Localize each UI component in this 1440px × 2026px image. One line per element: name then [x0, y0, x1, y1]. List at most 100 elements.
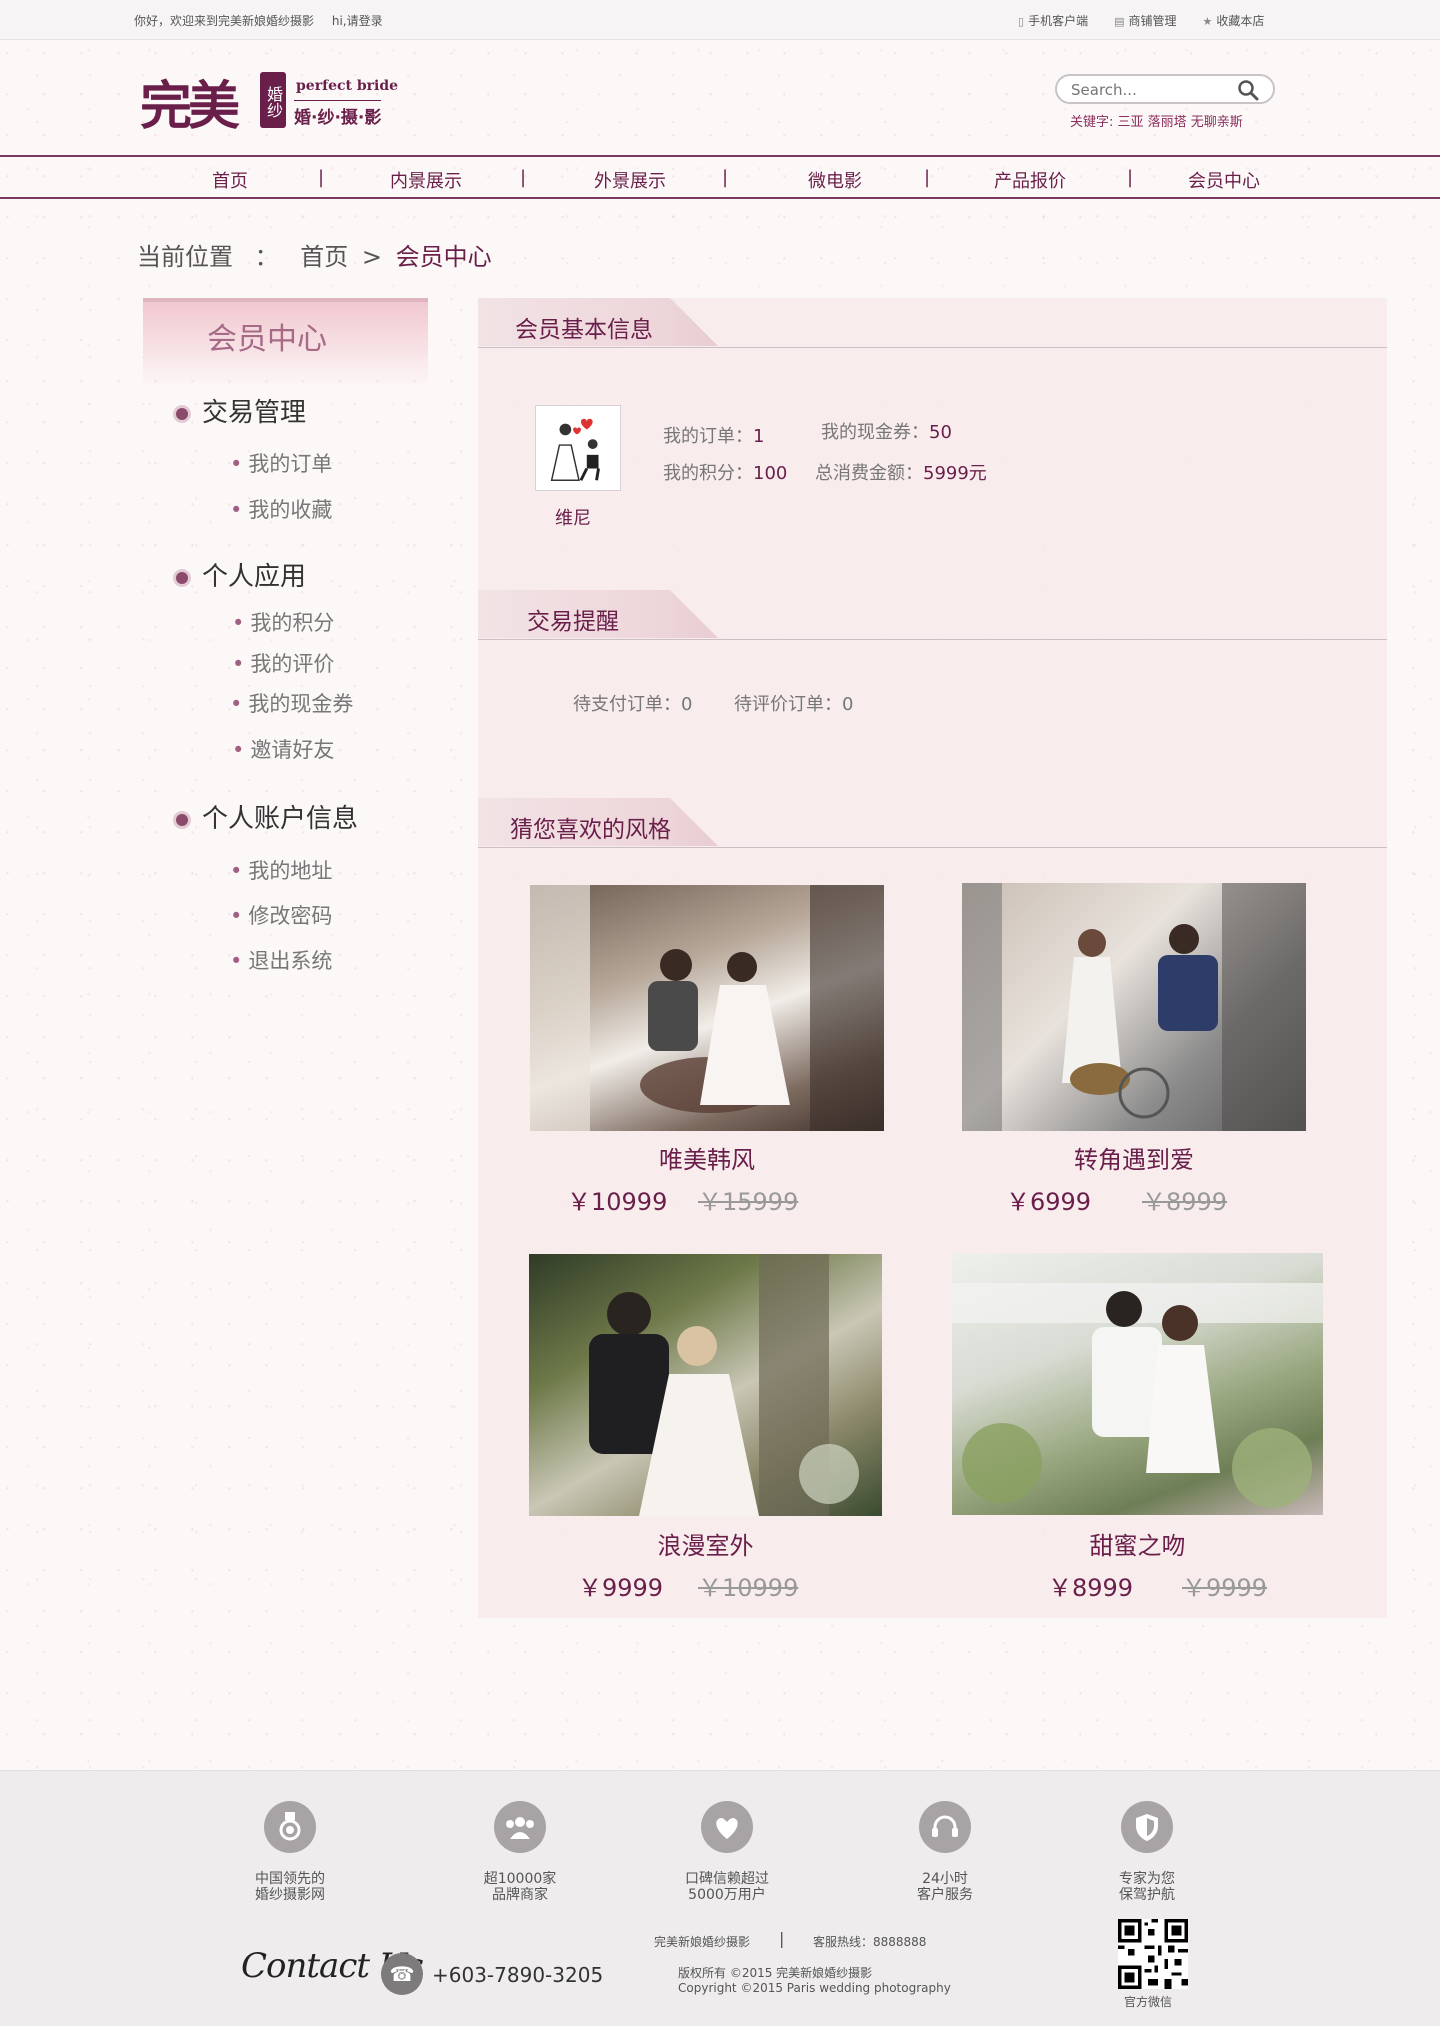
product-photo-sweet-kiss[interactable]: [952, 1253, 1323, 1515]
logo-main-text: 完美: [140, 76, 240, 137]
nav-separator: |: [1127, 167, 1134, 188]
product-old-price: ￥9999: [1182, 1574, 1268, 1602]
feature-leading: 中国领先的 婚纱摄影网: [190, 1801, 390, 1903]
breadcrumb-home[interactable]: 首页: [300, 243, 348, 271]
main-nav: 首页 | 内景展示 | 外景展示 | 微电影 | 产品报价 | 会员中心: [0, 155, 1440, 199]
search-icon[interactable]: [1237, 79, 1259, 101]
sidebar-item-logout[interactable]: • 退出系统: [230, 945, 332, 975]
nav-item-film[interactable]: 微电影: [808, 167, 862, 193]
sidebar-header: 会员中心: [143, 298, 428, 388]
product-title[interactable]: 甜蜜之吻: [952, 1526, 1323, 1561]
total-spent-info: 总消费金额：5999元: [815, 459, 987, 485]
nav-separator: |: [924, 167, 931, 188]
wechat-qr-code[interactable]: [1118, 1919, 1188, 1989]
orders-value: 1: [753, 426, 765, 447]
footer-hotline: 客服热线：8888888: [813, 1935, 927, 1949]
product-price: ￥6999: [1006, 1188, 1092, 1216]
feature-experts: 专家为您 保驾护航: [1047, 1801, 1247, 1903]
photo-illustration: [962, 883, 1306, 1131]
star-icon: ★: [1202, 15, 1213, 28]
bullet-icon: [176, 813, 188, 826]
feature-line2: 婚纱摄影网: [255, 1887, 325, 1903]
top-links: ▯ 手机客户端 ▤ 商铺管理 ★ 收藏本店: [1018, 12, 1264, 29]
search-input[interactable]: [1071, 80, 1221, 100]
my-coupons-info: 我的现金券：50: [821, 418, 952, 444]
medal-icon: [264, 1801, 316, 1853]
points-value: 100: [753, 463, 788, 484]
nav-item-pricing[interactable]: 产品报价: [994, 167, 1066, 193]
bullet-icon: •: [232, 738, 245, 762]
sidebar-item-my-coupons[interactable]: • 我的现金券: [230, 688, 353, 718]
sidebar-item-change-password[interactable]: • 修改密码: [230, 900, 332, 930]
product-photo-korean[interactable]: [530, 885, 884, 1131]
pending-review-count[interactable]: 待评价订单：0: [734, 690, 853, 716]
site-footer: 中国领先的 婚纱摄影网 超10000家 品牌商家 口碑信赖超过 5000万用户 24小…: [0, 1770, 1440, 2026]
sidebar-item-my-points[interactable]: • 我的积分: [232, 607, 334, 637]
feature-line2: 客户服务: [917, 1887, 973, 1903]
sidebar-item-my-orders[interactable]: • 我的订单: [230, 448, 332, 478]
nav-item-home[interactable]: 首页: [212, 167, 248, 193]
bullet-icon: •: [232, 611, 245, 635]
search-keywords[interactable]: 关键字: 三亚 落丽塔 无聊亲斯: [1070, 111, 1243, 130]
top-bar: 你好，欢迎来到完美新娘婚纱摄影 hi,请登录 ▯ 手机客户端 ▤ 商铺管理 ★ 收藏本…: [0, 0, 1440, 40]
logo-cn-text: 婚·纱·摄·影: [294, 100, 382, 128]
product-photo-corner-love[interactable]: [962, 883, 1306, 1131]
footer-copyright-en: Copyright ©2015 Paris wedding photograph…: [678, 1981, 951, 1995]
pending-payment-count[interactable]: 待支付订单：0: [573, 690, 692, 716]
nav-item-indoor[interactable]: 内景展示: [390, 167, 462, 193]
sidebar-item-my-favorites[interactable]: • 我的收藏: [230, 494, 332, 524]
feature-line2: 保驾护航: [1119, 1887, 1175, 1903]
nav-item-outdoor[interactable]: 外景展示: [594, 167, 666, 193]
product-title[interactable]: 唯美韩风: [530, 1140, 884, 1175]
product-photo-outdoor[interactable]: [529, 1254, 882, 1516]
sidebar-item-invite-friends[interactable]: • 邀请好友: [232, 734, 334, 764]
product-title[interactable]: 浪漫室外: [529, 1526, 882, 1561]
sidebar-item-label: 我的收藏: [248, 498, 333, 522]
bullet-icon: [176, 407, 188, 420]
sidebar-item-label: 我的地址: [248, 859, 333, 883]
trade-reminder-header: 交易提醒: [478, 590, 1387, 640]
sidebar-item-my-reviews[interactable]: • 我的评价: [232, 648, 334, 678]
feature-merchants: 超10000家 品牌商家: [420, 1801, 620, 1903]
footer-company: 完美新娘婚纱摄影: [654, 1935, 751, 1949]
bullet-icon: •: [232, 652, 245, 676]
favorite-shop-link[interactable]: ★ 收藏本店: [1203, 12, 1265, 29]
shield-icon: [1121, 1801, 1173, 1853]
photo-illustration: [952, 1283, 1323, 1508]
feature-line1: 中国领先的: [255, 1871, 325, 1887]
bullet-icon: •: [230, 904, 243, 928]
logo-en-text: perfect bride: [296, 78, 399, 94]
sidebar-item-my-address[interactable]: • 我的地址: [230, 855, 332, 885]
sidebar-group-label: 个人账户信息: [202, 804, 359, 834]
product-old-price: ￥8999: [1142, 1188, 1228, 1216]
breadcrumb-current: 会员中心: [395, 243, 492, 271]
bullet-icon: •: [230, 452, 243, 476]
contact-phone[interactable]: +603-7890-3205: [432, 1963, 603, 1987]
phone-icon: ▯: [1018, 15, 1025, 28]
product-title[interactable]: 转角遇到爱: [962, 1140, 1306, 1175]
sidebar-item-label: 我的现金券: [248, 692, 354, 716]
sidebar-item-label: 退出系统: [248, 949, 333, 973]
sidebar-item-label: 邀请好友: [250, 738, 335, 762]
users-icon: [494, 1801, 546, 1853]
avatar[interactable]: [535, 405, 621, 491]
points-label: 我的积分：: [663, 463, 753, 484]
qr-caption: 官方微信: [1124, 1995, 1173, 2009]
login-link[interactable]: hi,请登录: [332, 14, 383, 28]
nav-item-member[interactable]: 会员中心: [1188, 167, 1260, 193]
breadcrumb-arrow: >: [361, 243, 383, 271]
sidebar-title: 会员中心: [207, 322, 327, 357]
coupon-label: 我的现金券：: [821, 422, 929, 443]
search-box: [1055, 74, 1275, 104]
sidebar-group-personal: 个人应用: [176, 556, 306, 593]
qr-code-image: [1118, 1919, 1188, 1989]
shop-manage-link[interactable]: ▤ 商铺管理: [1114, 12, 1176, 29]
spent-value: 5999元: [923, 463, 987, 484]
feature-trust: 口碑信赖超过 5000万用户: [627, 1801, 827, 1903]
bullet-icon: [176, 571, 188, 584]
member-info-title: 会员基本信息: [515, 317, 653, 343]
site-logo[interactable]: 完美 婚纱 perfect bride 婚·纱·摄·影: [140, 64, 410, 137]
headset-icon: [919, 1801, 971, 1853]
photo-illustration: [530, 885, 884, 1131]
mobile-client-link[interactable]: ▯ 手机客户端: [1018, 12, 1088, 29]
